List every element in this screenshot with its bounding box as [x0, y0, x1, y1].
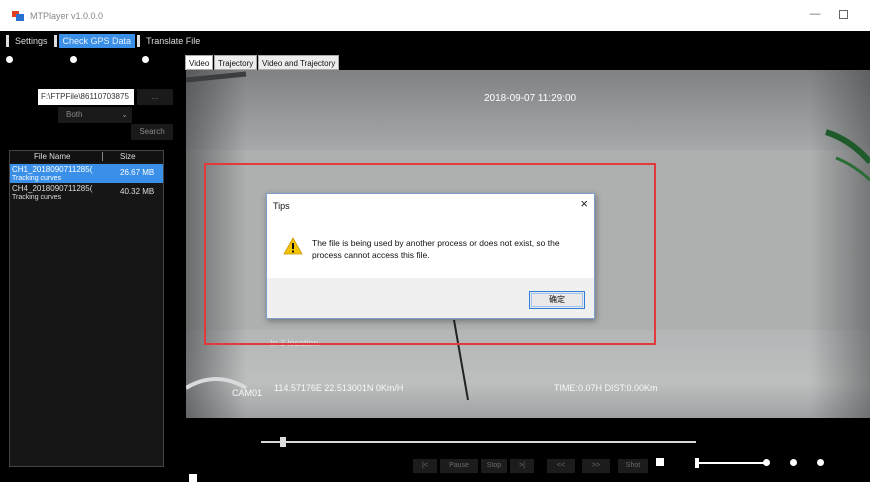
left-panel: F:\FTPFile\86110703875 ... Both ⌄ Search… [0, 50, 182, 482]
file-name: CH4_2018090711285( [12, 184, 93, 193]
next-file-button[interactable]: >| [510, 459, 534, 473]
stop-button[interactable]: Stop [481, 459, 507, 473]
browse-button[interactable]: ... [137, 89, 173, 105]
menu-check-gps-data[interactable]: Check GPS Data [58, 33, 136, 48]
tab-trajectory[interactable]: Trajectory [214, 55, 258, 70]
volume-slider[interactable] [698, 462, 764, 464]
tips-dialog: Tips × The file is being used by another… [266, 193, 595, 319]
menu-translate-file[interactable]: Translate File [142, 34, 204, 48]
column-divider[interactable] [102, 152, 103, 161]
ok-button[interactable]: 确定 [529, 291, 585, 309]
video-camera-label: CAM01 [232, 388, 263, 398]
file-subtitle: Tracking curves [12, 175, 62, 182]
close-icon[interactable]: × [580, 197, 588, 211]
indicator-dots [0, 56, 182, 68]
video-timestamp: 2018-09-07 11:29:00 [484, 93, 577, 104]
file-type-select[interactable]: Both ⌄ [58, 107, 132, 123]
fast-forward-button[interactable]: >> [582, 459, 610, 473]
minimize-button[interactable]: — [808, 8, 822, 22]
file-size: 40.32 MB [120, 187, 155, 196]
window-title: MTPlayer v1.0.0.0 [30, 10, 104, 21]
player-controls: |< Pause Stop >| << >> Shot [186, 418, 870, 482]
warning-icon [283, 237, 303, 255]
volume-slider-thumb[interactable] [695, 458, 699, 468]
file-name: CH1_2018090711285( [12, 165, 93, 174]
prev-file-button[interactable]: |< [413, 459, 437, 473]
file-row[interactable]: CH4_2018090711285( Tracking curves 40.32… [10, 183, 163, 202]
file-size: 26.67 MB [120, 168, 155, 177]
video-coordinates: 114.57176E 22.513001N 0Km/H [274, 383, 404, 393]
search-button[interactable]: Search [131, 124, 173, 140]
file-list: File Name Size CH1_2018090711285( Tracki… [9, 150, 164, 467]
column-file-name[interactable]: File Name [34, 152, 70, 161]
indicator-dot [70, 56, 77, 63]
dialog-title: Tips [273, 201, 290, 211]
indicator-dot [6, 56, 13, 63]
mtplayer-window: MTPlayer v1.0.0.0 — Settings Check GPS D… [0, 0, 870, 482]
file-subtitle: Tracking curves [12, 194, 62, 201]
column-size[interactable]: Size [120, 152, 136, 161]
app-logo-icon [12, 10, 24, 21]
indicator-dot [817, 459, 824, 466]
menu-bar: Settings Check GPS Data Translate File [0, 31, 870, 50]
menu-separator [53, 34, 57, 47]
menu-settings[interactable]: Settings [11, 34, 52, 48]
progress-slider[interactable] [261, 441, 696, 443]
tab-video[interactable]: Video [185, 55, 214, 70]
rewind-button[interactable]: << [547, 459, 575, 473]
maximize-button[interactable] [839, 10, 848, 19]
corner-marker [189, 474, 197, 482]
indicator-dot [763, 459, 770, 466]
fullscreen-toggle[interactable] [656, 458, 664, 466]
tab-video-and-trajectory[interactable]: Video and Trajectory [258, 55, 340, 70]
menu-separator [137, 34, 141, 47]
snapshot-button[interactable]: Shot [618, 459, 648, 473]
video-time-distance: TIME:0.07H DIST:0.00Km [554, 383, 658, 393]
indicator-dot [790, 459, 797, 466]
file-row[interactable]: CH1_2018090711285( Tracking curves 26.67… [10, 164, 163, 183]
indicator-dot [142, 56, 149, 63]
progress-slider-thumb[interactable] [279, 437, 286, 447]
pause-button[interactable]: Pause [440, 459, 478, 473]
menu-separator [6, 34, 9, 47]
folder-path-input[interactable]: F:\FTPFile\86110703875 [38, 89, 134, 105]
title-bar: MTPlayer v1.0.0.0 — [0, 0, 870, 31]
file-type-value: Both [66, 110, 83, 119]
file-list-header: File Name Size [10, 151, 163, 162]
chevron-down-icon: ⌄ [121, 110, 128, 119]
dialog-message: The file is being used by another proces… [312, 238, 560, 260]
